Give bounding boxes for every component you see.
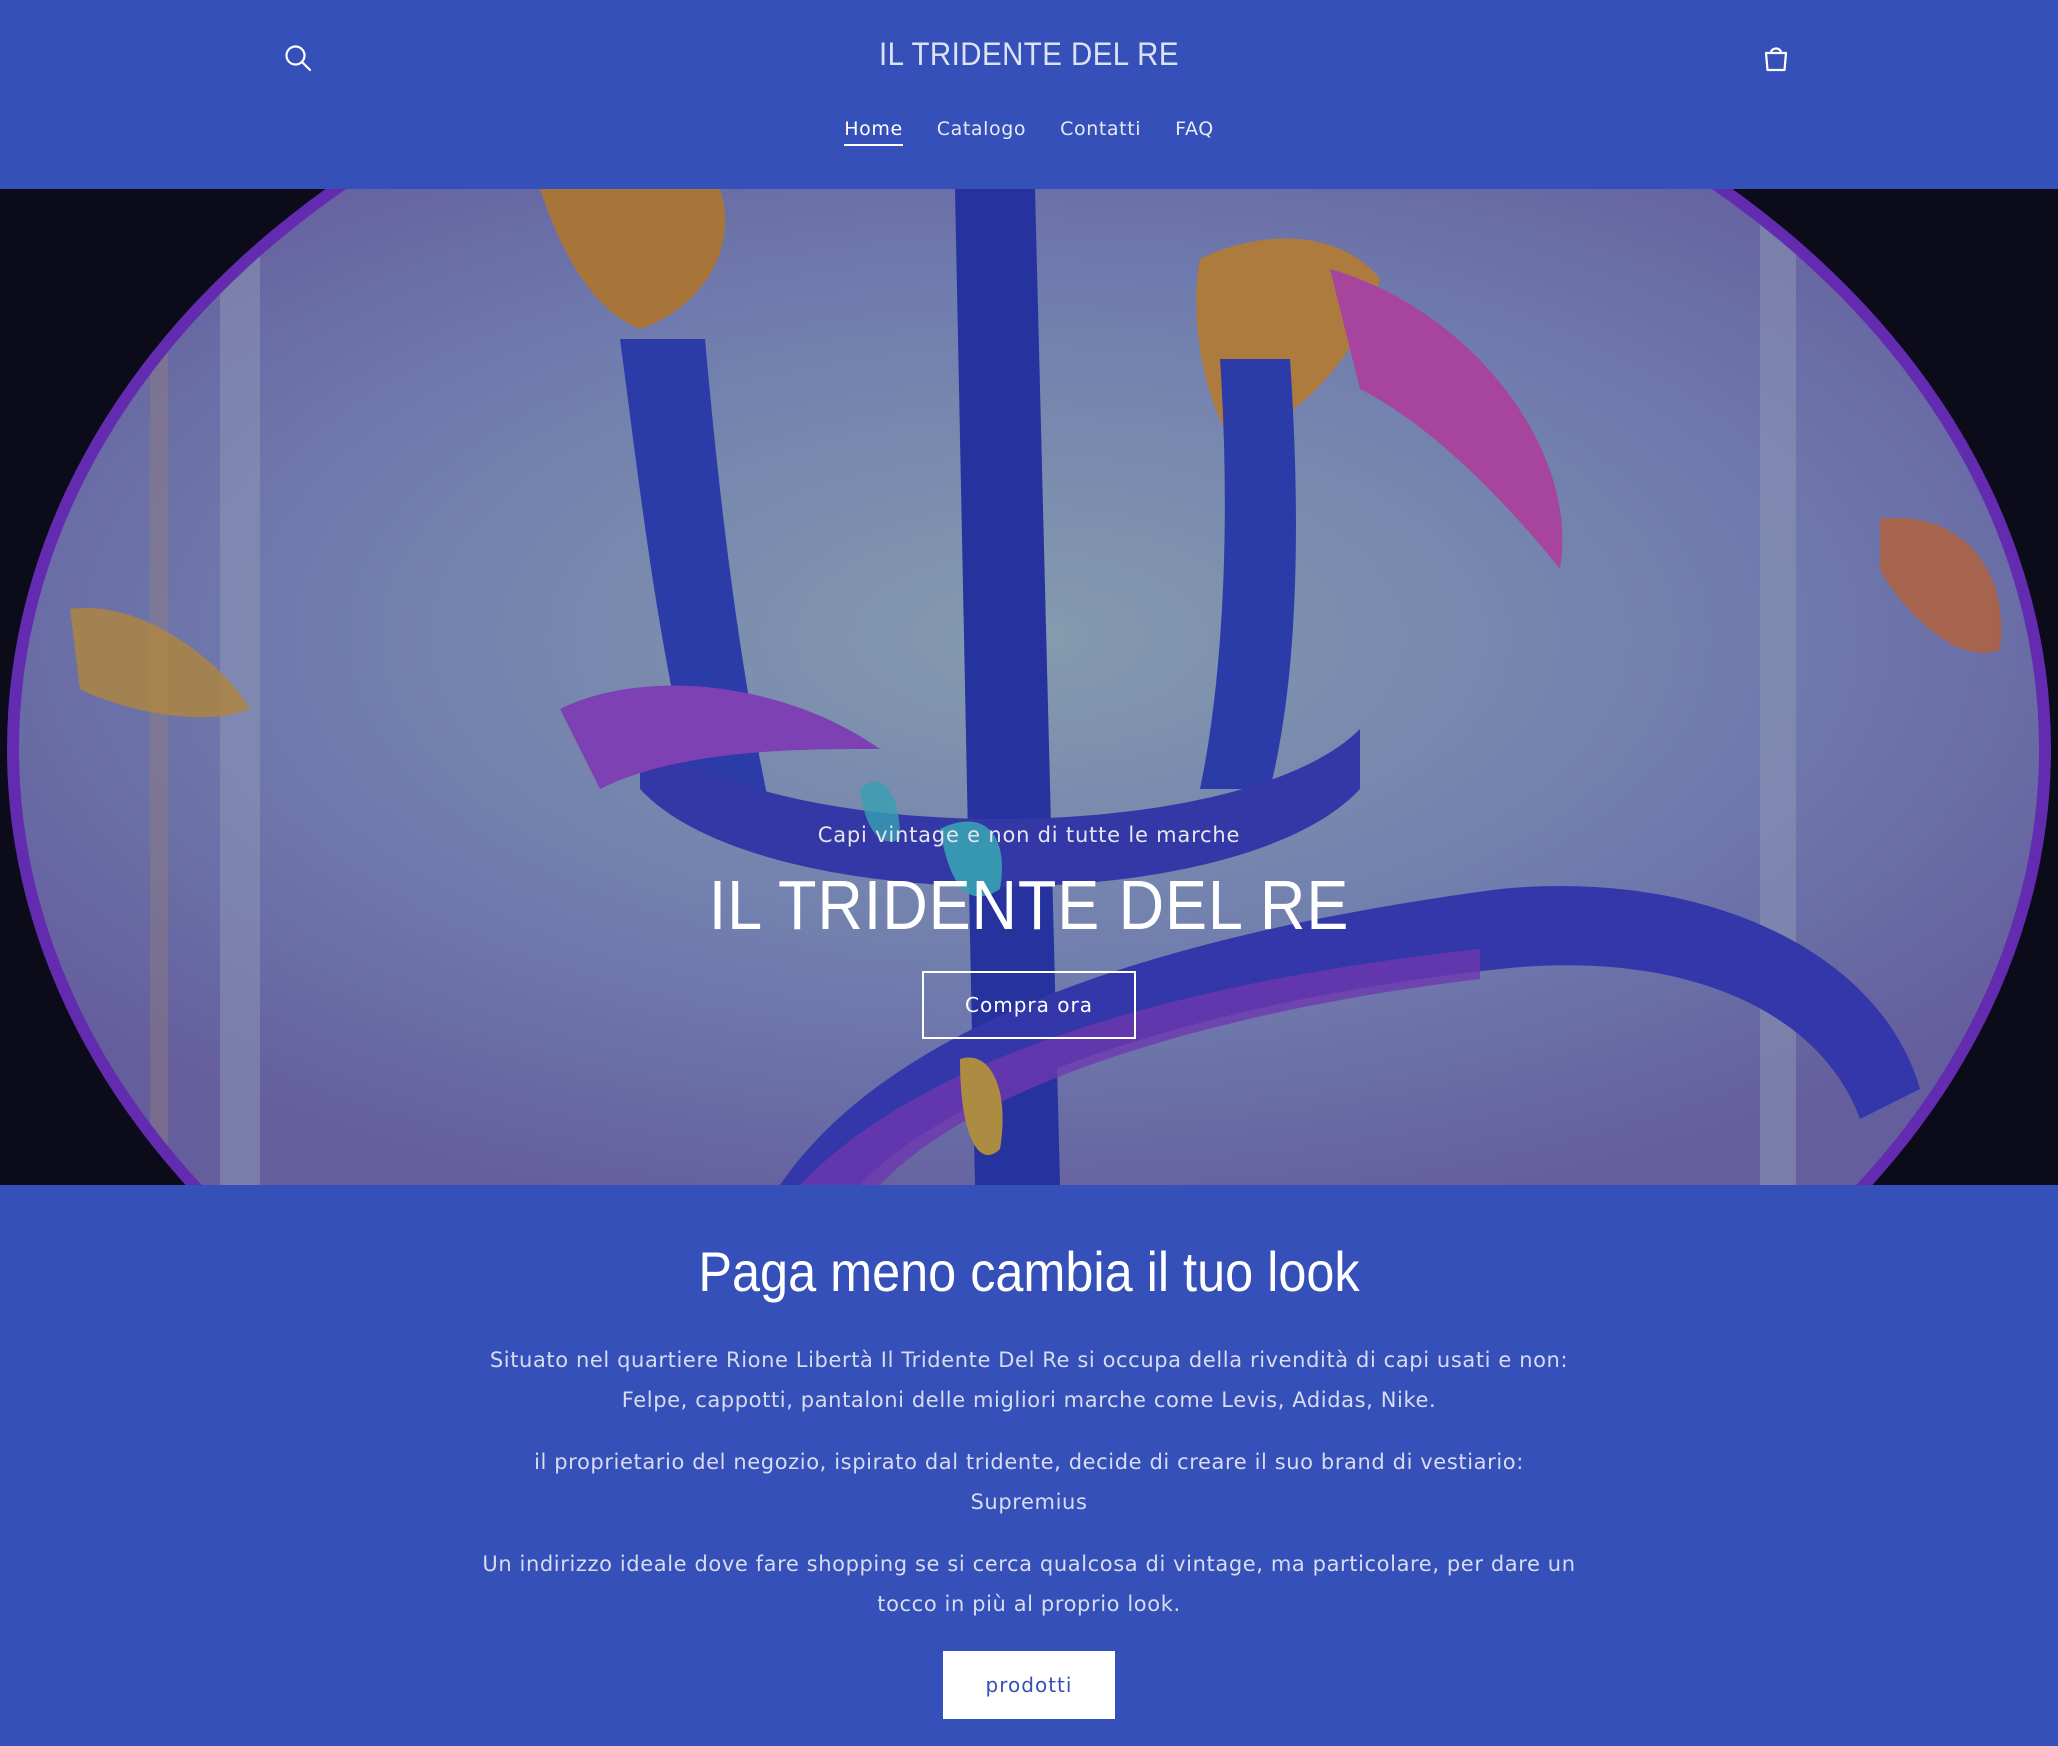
site-header: IL TRIDENTE DEL RE Home Catalogo Contatt…: [0, 0, 2058, 189]
site-title[interactable]: IL TRIDENTE DEL RE: [82, 36, 1975, 73]
about-text: Situato nel quartiere Rione Libertà Il T…: [479, 1340, 1579, 1646]
cart-icon[interactable]: [1758, 40, 1794, 76]
hero-banner: Capi vintage e non di tutte le marche IL…: [0, 189, 2058, 1185]
compra-ora-button[interactable]: Compra ora: [922, 971, 1136, 1039]
nav-item-contatti[interactable]: Contatti: [1060, 118, 1141, 146]
prodotti-button[interactable]: prodotti: [943, 1651, 1115, 1719]
main-nav: Home Catalogo Contatti FAQ: [0, 118, 2058, 146]
hero-title: IL TRIDENTE DEL RE: [708, 866, 1350, 944]
about-paragraph: il proprietario del negozio, ispirato da…: [534, 1450, 1524, 1514]
about-heading: Paga meno cambia il tuo look: [698, 1240, 1360, 1303]
nav-item-faq[interactable]: FAQ: [1175, 118, 1214, 146]
nav-item-catalogo[interactable]: Catalogo: [937, 118, 1026, 146]
about-paragraph: Un indirizzo ideale dove fare shopping s…: [482, 1552, 1576, 1616]
about-section: Paga meno cambia il tuo look Situato nel…: [0, 1185, 2058, 1746]
hero-subtitle: Capi vintage e non di tutte le marche: [817, 823, 1241, 847]
nav-item-home[interactable]: Home: [844, 118, 903, 146]
hero-content: Capi vintage e non di tutte le marche IL…: [0, 823, 2058, 1039]
about-paragraph: Situato nel quartiere Rione Libertà Il T…: [489, 1348, 1569, 1412]
